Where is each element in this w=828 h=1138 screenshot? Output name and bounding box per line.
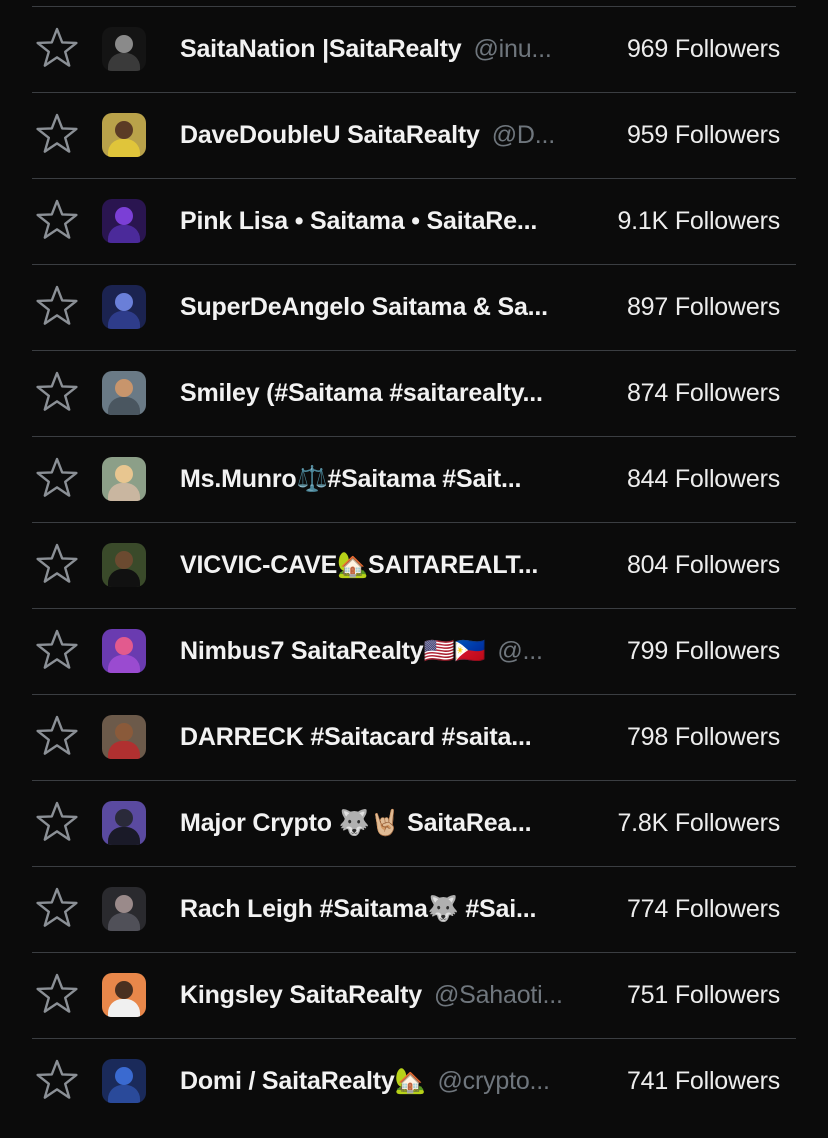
list-item[interactable]: SaitaNation |SaitaRealty @inu... 969 Foll…	[32, 6, 796, 92]
follower-count: 741 Followers	[626, 1067, 780, 1095]
follower-count: 804 Followers	[626, 551, 780, 579]
account-name[interactable]: Nimbus7 SaitaRealty🇺🇸🇵🇭 @...	[180, 637, 543, 666]
avatar[interactable]	[102, 887, 146, 931]
avatar[interactable]	[102, 1059, 146, 1103]
star-icon[interactable]	[34, 713, 80, 759]
star-icon[interactable]	[34, 541, 80, 587]
account-name[interactable]: DaveDoubleU SaitaRealty @D...	[180, 121, 555, 150]
avatar[interactable]	[102, 371, 146, 415]
account-handle: @Sahaoti...	[433, 981, 563, 1009]
account-name[interactable]: Major Crypto 🐺🤘🏼 SaitaRea...	[180, 809, 543, 838]
account-handle: @crypto...	[437, 1067, 550, 1095]
account-name[interactable]: SaitaNation |SaitaRealty @inu...	[180, 35, 552, 64]
account-name[interactable]: VICVIC-CAVE🏡SAITAREALT...	[180, 551, 550, 580]
follower-count: 844 Followers	[626, 465, 780, 493]
list-item[interactable]: Smiley (#Saitama #saitarealty... 874 Fol…	[32, 350, 796, 436]
avatar[interactable]	[102, 27, 146, 71]
follower-count: 959 Followers	[626, 121, 780, 149]
account-handle: @...	[497, 637, 543, 665]
follower-count: 7.8K Followers	[617, 809, 780, 837]
follower-count: 9.1K Followers	[617, 207, 780, 235]
account-name[interactable]: SuperDeAngelo Saitama & Sa...	[180, 293, 560, 322]
follower-count: 774 Followers	[626, 895, 780, 923]
list-item[interactable]: Rach Leigh #Saitama🐺 #Sai... 774 Followe…	[32, 866, 796, 952]
list-item[interactable]: SuperDeAngelo Saitama & Sa... 897 Follow…	[32, 264, 796, 350]
star-icon[interactable]	[34, 197, 80, 243]
account-name[interactable]: Smiley (#Saitama #saitarealty...	[180, 379, 555, 408]
account-name[interactable]: Ms.Munro⚖️#Saitama #Sait...	[180, 465, 533, 494]
list-item[interactable]: DARRECK #Saitacard #saita... 798 Followe…	[32, 694, 796, 780]
list-item[interactable]: Domi / SaitaRealty🏡 @crypto... 741 Follow…	[32, 1038, 796, 1124]
avatar[interactable]	[102, 113, 146, 157]
list-item[interactable]: DaveDoubleU SaitaRealty @D... 959 Followe…	[32, 92, 796, 178]
avatar[interactable]	[102, 629, 146, 673]
account-name[interactable]: Pink Lisa • Saitama • SaitaRe...	[180, 207, 549, 236]
star-icon[interactable]	[34, 627, 80, 673]
list-item[interactable]: Pink Lisa • Saitama • SaitaRe... 9.1K Fo…	[32, 178, 796, 264]
star-icon[interactable]	[34, 283, 80, 329]
avatar[interactable]	[102, 457, 146, 501]
avatar[interactable]	[102, 715, 146, 759]
follower-count: 874 Followers	[626, 379, 780, 407]
follower-count: 798 Followers	[626, 723, 780, 751]
account-name[interactable]: DARRECK #Saitacard #saita...	[180, 723, 543, 752]
follower-count: 969 Followers	[626, 35, 780, 63]
avatar[interactable]	[102, 199, 146, 243]
avatar[interactable]	[102, 285, 146, 329]
avatar[interactable]	[102, 973, 146, 1017]
account-handle: @inu...	[473, 35, 552, 63]
avatar[interactable]	[102, 801, 146, 845]
list-item[interactable]: Nimbus7 SaitaRealty🇺🇸🇵🇭 @... 799 Follower…	[32, 608, 796, 694]
list-item[interactable]: VICVIC-CAVE🏡SAITAREALT... 804 Followers	[32, 522, 796, 608]
followers-list: SaitaNation |SaitaRealty @inu... 969 Foll…	[32, 6, 796, 1124]
account-name[interactable]: Domi / SaitaRealty🏡 @crypto...	[180, 1067, 550, 1096]
account-handle: @D...	[491, 121, 555, 149]
star-icon[interactable]	[34, 1057, 80, 1103]
avatar[interactable]	[102, 543, 146, 587]
star-icon[interactable]	[34, 799, 80, 845]
star-icon[interactable]	[34, 971, 80, 1017]
account-name[interactable]: Kingsley SaitaRealty @Sahaoti...	[180, 981, 563, 1010]
star-icon[interactable]	[34, 369, 80, 415]
list-item[interactable]: Major Crypto 🐺🤘🏼 SaitaRea... 7.8K Follow…	[32, 780, 796, 866]
star-icon[interactable]	[34, 25, 80, 71]
follower-count: 799 Followers	[626, 637, 780, 665]
star-icon[interactable]	[34, 885, 80, 931]
star-icon[interactable]	[34, 111, 80, 157]
follower-count: 897 Followers	[626, 293, 780, 321]
account-name[interactable]: Rach Leigh #Saitama🐺 #Sai...	[180, 895, 548, 924]
list-item[interactable]: Ms.Munro⚖️#Saitama #Sait... 844 Follower…	[32, 436, 796, 522]
follower-count: 751 Followers	[626, 981, 780, 1009]
star-icon[interactable]	[34, 455, 80, 501]
list-item[interactable]: Kingsley SaitaRealty @Sahaoti... 751 Foll…	[32, 952, 796, 1038]
